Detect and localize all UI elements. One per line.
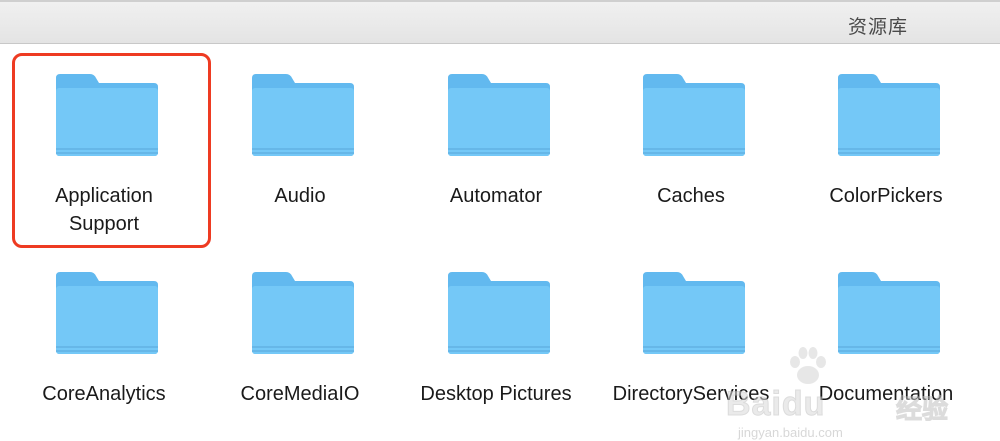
folder-label: CoreMediaIO: [240, 383, 360, 405]
window-title: 资源库: [847, 17, 908, 38]
folder-icon: [448, 74, 550, 156]
folder-icon: [252, 74, 354, 156]
folder-icon: [643, 272, 745, 354]
title-bar: 资源库: [0, 0, 1000, 44]
folder-item-caches[interactable]: Caches: [593, 44, 789, 234]
folder-icon: [643, 74, 745, 156]
folder-label: DirectoryServices: [612, 383, 770, 405]
finder-window: 资源库 Application Support Audio Automator …: [0, 0, 1000, 441]
folder-item-audio[interactable]: Audio: [202, 44, 398, 234]
folder-label: Audio: [274, 185, 326, 207]
folder-label: Desktop Pictures: [420, 383, 572, 405]
folder-item-directoryservices[interactable]: DirectoryServices: [593, 242, 789, 432]
folder-label: Documentation: [818, 383, 954, 405]
folder-icon: [252, 272, 354, 354]
folder-icon: [448, 272, 550, 354]
folder-label: CoreAnalytics: [42, 383, 166, 405]
folder-icon: [56, 272, 158, 354]
folder-icon: [56, 74, 158, 156]
folder-item-coremediaio[interactable]: CoreMediaIO: [202, 242, 398, 432]
folder-item-automator[interactable]: Automator: [398, 44, 594, 234]
folder-item-desktop-pictures[interactable]: Desktop Pictures: [398, 242, 594, 432]
folder-item-coreanalytics[interactable]: CoreAnalytics: [6, 242, 202, 432]
folder-grid: Application Support Audio Automator Cach…: [0, 44, 1000, 441]
folder-icon: [838, 272, 940, 354]
folder-label: Caches: [657, 185, 725, 207]
folder-item-application-support[interactable]: Application Support: [6, 44, 211, 248]
folder-label: Application Support: [55, 185, 153, 235]
folder-icon: [838, 74, 940, 156]
folder-item-documentation[interactable]: Documentation: [788, 242, 984, 432]
folder-item-colorpickers[interactable]: ColorPickers: [788, 44, 984, 234]
folder-label: ColorPickers: [829, 185, 943, 207]
folder-label: Automator: [449, 185, 543, 207]
